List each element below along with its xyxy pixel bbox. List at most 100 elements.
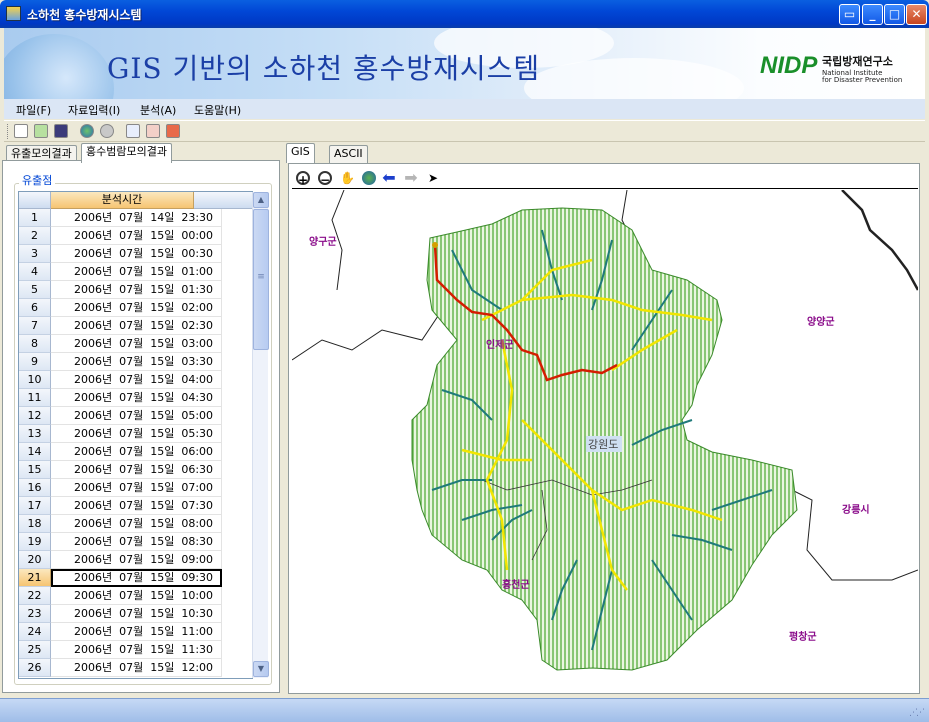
column-header-analysis-time[interactable]: 분석시간 [51,192,194,209]
analysis-time-grid[interactable]: 분석시간 1 2006년 07월 14일 23:30 2 2006년 07월 15일 … [18,191,253,679]
row-number[interactable]: 14 [19,443,51,461]
analysis-time-cell[interactable]: 2006년 07월 15일 07:00 [51,479,222,497]
analysis-time-cell[interactable]: 2006년 07월 15일 06:30 [51,461,222,479]
analysis-time-cell[interactable]: 2006년 07월 15일 11:00 [51,623,222,641]
table-row[interactable]: 25 2006년 07월 15일 11:30 [19,641,252,659]
row-number[interactable]: 26 [19,659,51,677]
table-row[interactable]: 1 2006년 07월 14일 23:30 [19,209,252,227]
row-number[interactable]: 13 [19,425,51,443]
table-row[interactable]: 2 2006년 07월 15일 00:00 [19,227,252,245]
table-row[interactable]: 5 2006년 07월 15일 01:30 [19,281,252,299]
resize-grip-icon[interactable]: ⋰⋰ [909,708,925,718]
full-extent-globe-icon[interactable] [362,171,376,185]
row-number[interactable]: 4 [19,263,51,281]
analysis-time-cell[interactable]: 2006년 07월 15일 01:30 [51,281,222,299]
analysis-time-cell[interactable]: 2006년 07월 15일 05:30 [51,425,222,443]
menu-help[interactable]: 도움말(H) [194,102,241,118]
table-row[interactable]: 10 2006년 07월 15일 04:00 [19,371,252,389]
table-row[interactable]: 21 2006년 07월 15일 09:30 [19,569,252,587]
table-row[interactable]: 22 2006년 07월 15일 10:00 [19,587,252,605]
menu-file[interactable]: 파일(F) [16,102,51,118]
table-row[interactable]: 7 2006년 07월 15일 02:30 [19,317,252,335]
row-number[interactable]: 17 [19,497,51,515]
table-row[interactable]: 14 2006년 07월 15일 06:00 [19,443,252,461]
scroll-down-button[interactable]: ▼ [253,661,269,677]
table-row[interactable]: 18 2006년 07월 15일 08:00 [19,515,252,533]
table-row[interactable]: 9 2006년 07월 15일 03:30 [19,353,252,371]
weather-icon[interactable] [100,124,114,138]
tab-ascii[interactable]: ASCII [329,145,368,163]
open-icon[interactable] [14,124,28,138]
scroll-up-button[interactable]: ▲ [253,192,269,208]
analysis-time-cell[interactable]: 2006년 07월 15일 03:30 [51,353,222,371]
analysis-time-cell[interactable]: 2006년 07월 14일 23:30 [51,209,222,227]
row-number[interactable]: 11 [19,389,51,407]
save-icon[interactable] [54,124,68,138]
analysis-time-cell[interactable]: 2006년 07월 15일 10:00 [51,587,222,605]
analysis-time-cell[interactable]: 2006년 07월 15일 12:00 [51,659,222,677]
analysis-time-cell[interactable]: 2006년 07월 15일 08:30 [51,533,222,551]
gis-map[interactable]: 양구군 인제군 양양군 강원도 강릉시 홍천군 평창군 [292,190,918,692]
toolbar-grip[interactable] [7,124,10,139]
close-button[interactable]: ✕ [906,4,927,25]
analysis-time-cell[interactable]: 2006년 07월 15일 05:00 [51,407,222,425]
row-number[interactable]: 3 [19,245,51,263]
row-number[interactable]: 2 [19,227,51,245]
row-number[interactable]: 7 [19,317,51,335]
back-arrow-icon[interactable]: ⬅ [382,170,396,186]
analysis-time-cell[interactable]: 2006년 07월 15일 02:00 [51,299,222,317]
analysis-time-cell[interactable]: 2006년 07월 15일 06:00 [51,443,222,461]
row-number[interactable]: 10 [19,371,51,389]
minimize-button[interactable]: _ [862,4,883,25]
row-number[interactable]: 19 [19,533,51,551]
tab-gis[interactable]: GIS [286,143,315,163]
table-row[interactable]: 17 2006년 07월 15일 07:30 [19,497,252,515]
row-number[interactable]: 18 [19,515,51,533]
analysis-time-cell[interactable]: 2006년 07월 15일 01:00 [51,263,222,281]
export-icon[interactable] [146,124,160,138]
analysis-time-cell[interactable]: 2006년 07월 15일 00:30 [51,245,222,263]
analysis-time-cell[interactable]: 2006년 07월 15일 11:30 [51,641,222,659]
table-row[interactable]: 19 2006년 07월 15일 08:30 [19,533,252,551]
row-number[interactable]: 12 [19,407,51,425]
row-number[interactable]: 24 [19,623,51,641]
restore-button[interactable]: ▭ [839,4,860,25]
analysis-time-cell[interactable]: 2006년 07월 15일 08:00 [51,515,222,533]
analysis-time-cell[interactable]: 2006년 07월 15일 04:30 [51,389,222,407]
row-number[interactable]: 15 [19,461,51,479]
table-row[interactable]: 13 2006년 07월 15일 05:30 [19,425,252,443]
analysis-time-cell[interactable]: 2006년 07월 15일 03:00 [51,335,222,353]
row-number[interactable]: 25 [19,641,51,659]
table-row[interactable]: 20 2006년 07월 15일 09:00 [19,551,252,569]
table-row[interactable]: 15 2006년 07월 15일 06:30 [19,461,252,479]
table-row[interactable]: 11 2006년 07월 15일 04:30 [19,389,252,407]
table-row[interactable]: 12 2006년 07월 15일 05:00 [19,407,252,425]
analysis-time-cell[interactable]: 2006년 07월 15일 09:30 [51,569,222,587]
analysis-time-cell[interactable]: 2006년 07월 15일 00:00 [51,227,222,245]
pdf-icon[interactable] [166,124,180,138]
grid-scrollbar[interactable]: ▲ ≡ ▼ [252,192,269,678]
table-row[interactable]: 8 2006년 07월 15일 03:00 [19,335,252,353]
row-number[interactable]: 5 [19,281,51,299]
forward-arrow-icon[interactable]: ➡ [404,170,418,186]
analysis-time-cell[interactable]: 2006년 07월 15일 02:30 [51,317,222,335]
table-row[interactable]: 26 2006년 07월 15일 12:00 [19,659,252,677]
analysis-time-cell[interactable]: 2006년 07월 15일 07:30 [51,497,222,515]
copy-icon[interactable] [126,124,140,138]
table-row[interactable]: 6 2006년 07월 15일 02:00 [19,299,252,317]
analysis-time-cell[interactable]: 2006년 07월 15일 09:00 [51,551,222,569]
table-row[interactable]: 23 2006년 07월 15일 10:30 [19,605,252,623]
row-number[interactable]: 8 [19,335,51,353]
row-number[interactable]: 1 [19,209,51,227]
table-row[interactable]: 3 2006년 07월 15일 00:30 [19,245,252,263]
row-number[interactable]: 20 [19,551,51,569]
select-pointer-icon[interactable]: ➤ [426,171,440,185]
analysis-time-cell[interactable]: 2006년 07월 15일 10:30 [51,605,222,623]
add-layer-icon[interactable] [34,124,48,138]
table-row[interactable]: 4 2006년 07월 15일 01:00 [19,263,252,281]
row-number[interactable]: 23 [19,605,51,623]
pan-hand-icon[interactable]: ✋ [340,171,355,185]
row-number[interactable]: 6 [19,299,51,317]
tab-flood-inundation-result[interactable]: 홍수범람모의결과 [81,143,172,163]
zoom-in-icon[interactable]: + [296,171,310,187]
